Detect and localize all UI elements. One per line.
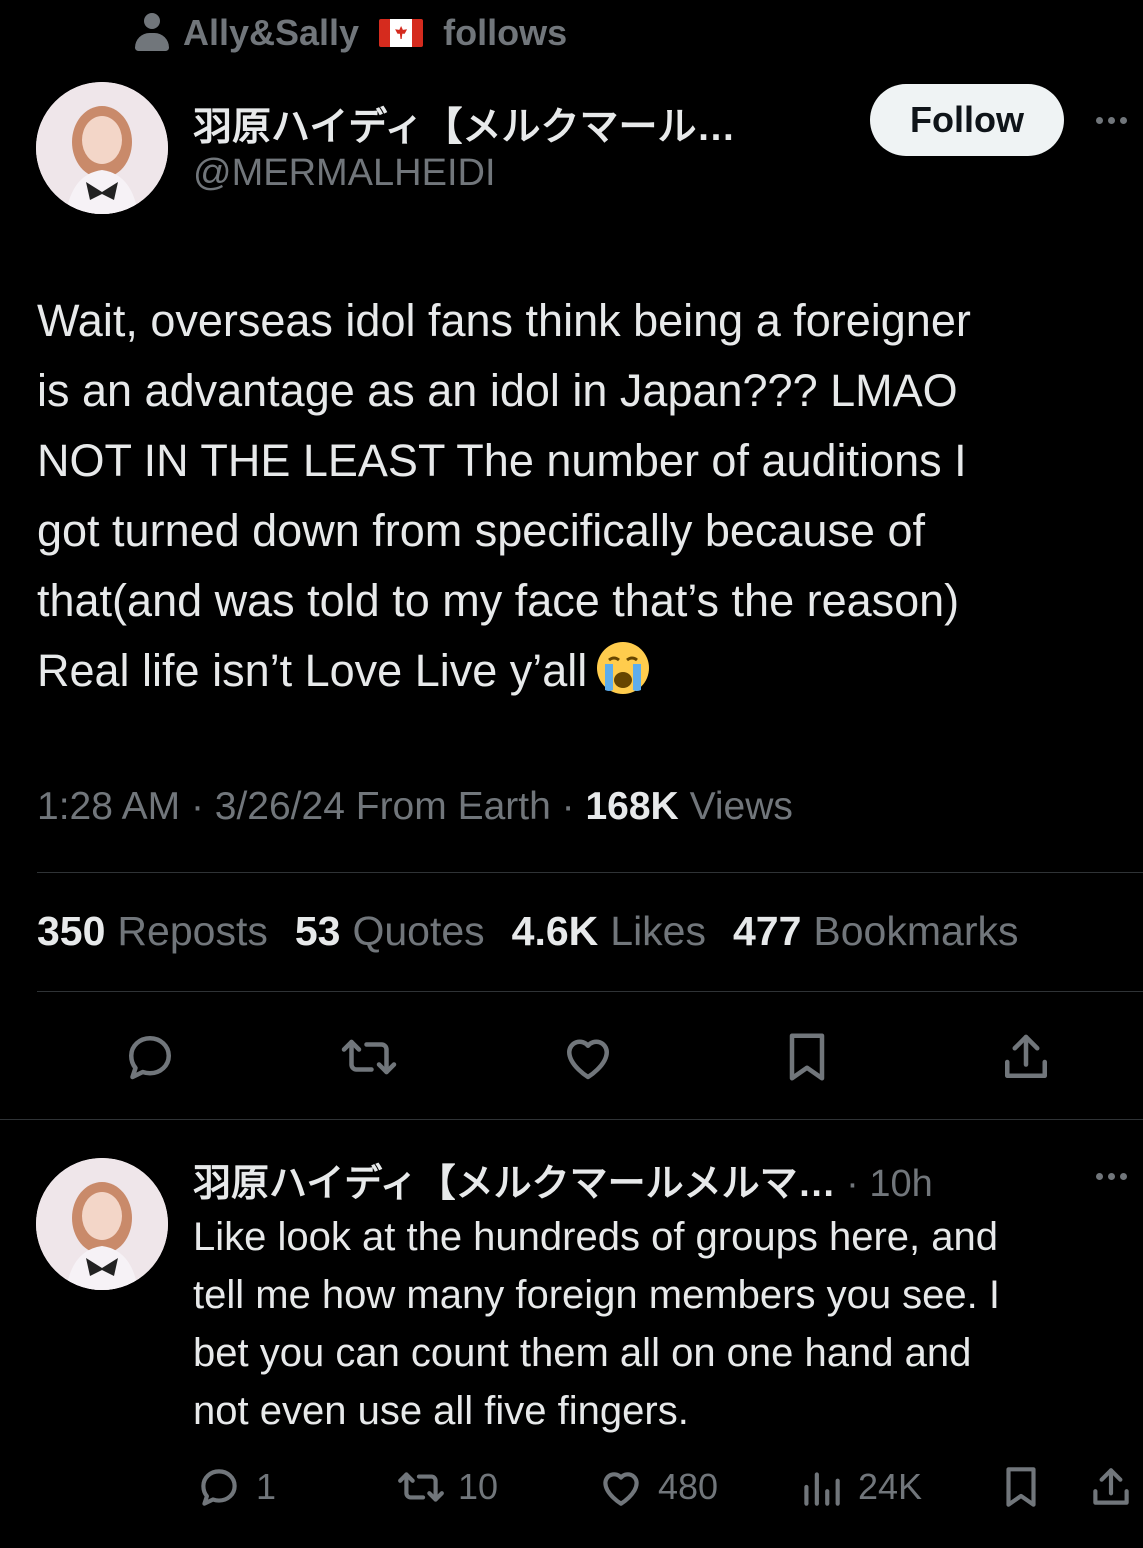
like-icon[interactable] (558, 1027, 618, 1087)
share-icon[interactable] (996, 1027, 1056, 1087)
author-display-name[interactable]: 羽原ハイディ【メルクマール… (193, 96, 823, 152)
reply-reply-action[interactable]: 1 (194, 1462, 276, 1512)
tweet-text-line: got turned down from specifically becaus… (37, 505, 925, 556)
reply-reposts-count: 10 (458, 1466, 499, 1507)
meta-separator: · (190, 785, 204, 828)
reply-views-count: 24K (858, 1466, 923, 1507)
tweet-stats: 350 Reposts 53 Quotes 4.6K Likes 477 Bookmar… (37, 908, 1018, 955)
like-icon (603, 1472, 639, 1506)
meta-separator: · (561, 785, 575, 828)
reply-header: 羽原ハイディ【メルクマールメルマ… · 10h (193, 1152, 933, 1207)
tweet-text-line: Wait, overseas idol fans think being a f… (37, 295, 971, 346)
tweet-date[interactable]: 3/26/24 (215, 785, 345, 828)
reply-more-options-icon[interactable] (1096, 1173, 1127, 1180)
person-icon (135, 13, 169, 53)
canada-flag-icon (379, 19, 424, 47)
avatar[interactable] (36, 82, 168, 214)
reply-share-action[interactable] (1086, 1462, 1136, 1512)
reply-bookmark-action[interactable] (996, 1462, 1046, 1512)
reply-text-line: tell me how many foreign members you see… (193, 1273, 1001, 1317)
tweet-meta: 1:28 AM · 3/26/24 From Earth · 168K View… (37, 785, 793, 829)
bookmark-icon[interactable] (777, 1027, 837, 1087)
reply-views-action[interactable]: 24K (796, 1462, 922, 1512)
reply-author-name[interactable]: 羽原ハイディ【メルクマールメルマ… (193, 1163, 836, 1205)
reply-time[interactable]: 10h (869, 1163, 932, 1205)
repost-icon (398, 1472, 444, 1502)
reply-text-line: bet you can count them all on one hand a… (193, 1331, 972, 1375)
divider (37, 991, 1143, 992)
share-icon (1093, 1468, 1129, 1505)
stat-quotes[interactable]: 53 Quotes (295, 908, 485, 955)
tweet-text-line: is an advantage as an idol in Japan??? L… (37, 365, 958, 416)
more-options-icon[interactable] (1096, 117, 1127, 124)
stat-likes[interactable]: 4.6K Likes (512, 908, 706, 955)
social-context[interactable]: Ally&Sally follows (135, 8, 567, 58)
follow-button[interactable]: Follow (870, 84, 1064, 156)
reply-likes-count: 480 (658, 1466, 719, 1507)
tweet-text-line: that(and was told to my face that’s the … (37, 575, 960, 626)
reply-icon (201, 1469, 237, 1506)
views-label: Views (689, 785, 793, 828)
reply-avatar[interactable] (36, 1158, 168, 1290)
views-count: 168K (585, 785, 679, 828)
author-handle[interactable]: @MERMALHEIDI (193, 152, 496, 195)
views-chart-icon (804, 1472, 840, 1506)
bookmark-icon (1006, 1467, 1036, 1507)
tweet-text-line: NOT IN THE LEAST The number of auditions… (37, 435, 967, 486)
reply-text: Like look at the hundreds of groups here… (193, 1208, 1123, 1440)
divider (0, 1119, 1143, 1120)
tweet-time[interactable]: 1:28 AM (37, 785, 180, 828)
tweet-text-line: Real life isn’t Love Live y’all (37, 645, 588, 696)
reply-like-action[interactable]: 480 (596, 1462, 718, 1512)
reply-separator: · (846, 1163, 859, 1205)
reply-text-line: Like look at the hundreds of groups here… (193, 1215, 998, 1259)
divider (37, 872, 1143, 873)
tweet-source: From Earth (355, 785, 551, 828)
social-context-name: Ally&Sally (183, 12, 360, 53)
social-context-action: follows (443, 12, 568, 53)
crying-face-emoji-icon (595, 640, 651, 696)
reply-repost-action[interactable]: 10 (396, 1462, 498, 1512)
repost-icon[interactable] (339, 1027, 399, 1087)
tweet-text: Wait, overseas idol fans think being a f… (37, 286, 1127, 706)
stat-bookmarks[interactable]: 477 Bookmarks (733, 908, 1018, 955)
stat-reposts[interactable]: 350 Reposts (37, 908, 268, 955)
reply-replies-count: 1 (256, 1466, 277, 1507)
reply-icon[interactable] (120, 1027, 180, 1087)
reply-text-line: not even use all five fingers. (193, 1389, 689, 1433)
